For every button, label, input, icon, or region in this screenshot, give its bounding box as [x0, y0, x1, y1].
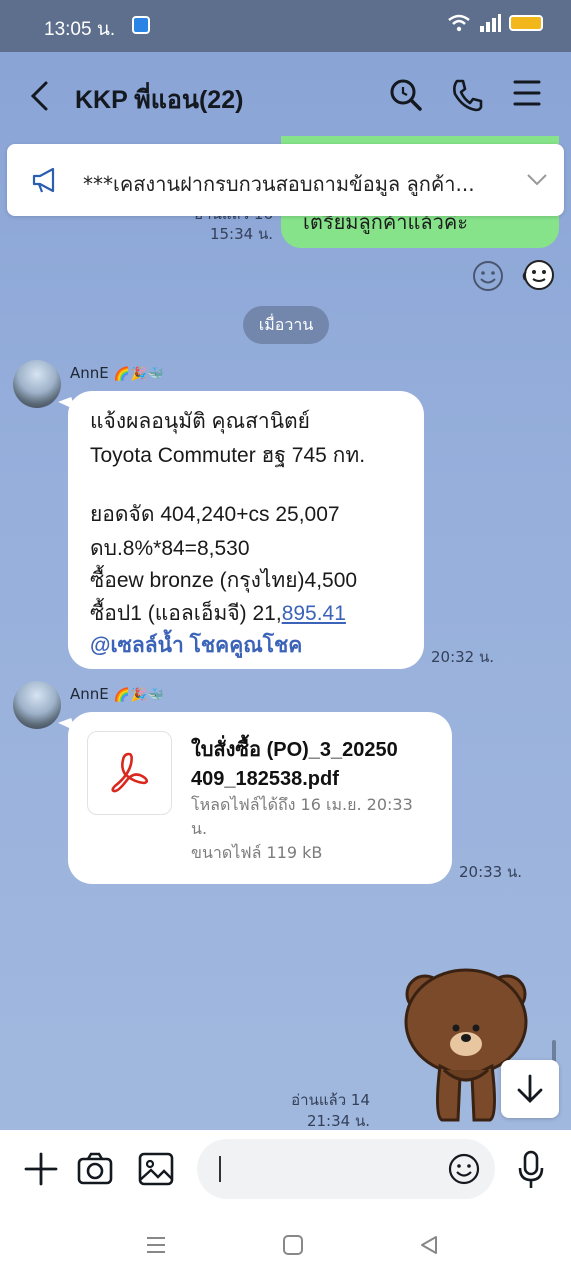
- message-time: 20:32 น.: [431, 648, 495, 666]
- read-time: 21:34 น.: [306, 1112, 370, 1130]
- announcement-text: ***เคสงานฝากรบกวนสอบถามข้อมูล ลูกค้า...: [83, 172, 475, 196]
- message-input-bar: [0, 1130, 571, 1210]
- recent-apps-icon[interactable]: [145, 1234, 167, 1256]
- pdf-file-thumbnail[interactable]: [87, 731, 172, 815]
- file-download-expiry: โหลดไฟล์ได้ถึง 16 เม.ย. 20:33: [191, 795, 413, 814]
- wifi-icon: [448, 14, 470, 32]
- system-icons: [447, 14, 543, 32]
- message-line: ซื้อew bronze (กรุงไทย)4,500: [90, 569, 358, 592]
- read-count: อ่านแล้ว 14: [291, 1091, 370, 1109]
- microphone-icon[interactable]: [517, 1150, 545, 1190]
- sender-avatar[interactable]: [13, 360, 61, 408]
- message-line: Toyota Commuter ฮฐ 745 กท.: [90, 444, 366, 467]
- sender-name-text: AnnE: [70, 685, 109, 703]
- message-bubble[interactable]: แจ้งผลอนุมัติ คุณสานิตย์ Toyota Commuter…: [68, 391, 424, 669]
- message-line: แจ้งผลอนุมัติ คุณสานิตย์: [90, 410, 310, 433]
- back-icon[interactable]: [28, 80, 52, 112]
- sender-name-text: AnnE: [70, 364, 109, 382]
- arrow-down-icon: [517, 1074, 543, 1103]
- file-name-line: ใบสั่งซื้อ (PO)_3_20250: [191, 739, 398, 761]
- app-notification-icon: [132, 16, 150, 34]
- megaphone-icon: [32, 167, 55, 193]
- emoji-icon[interactable]: [448, 1153, 480, 1185]
- file-message-bubble[interactable]: ใบสั่งซื้อ (PO)_3_20250 409_182538.pdf โ…: [68, 712, 452, 884]
- sender-avatar[interactable]: [13, 681, 61, 729]
- previous-message-bubble-top: [281, 136, 559, 144]
- own-message-read-receipt: อ่านแล้ว 14 21:34 น.: [291, 1090, 370, 1132]
- home-icon[interactable]: [282, 1234, 304, 1256]
- sender-emoji: 🌈🎉🐳: [113, 367, 166, 382]
- android-navigation-bar: [0, 1210, 571, 1280]
- file-name: ใบสั่งซื้อ (PO)_3_20250 409_182538.pdf: [191, 736, 398, 794]
- plus-icon[interactable]: [24, 1150, 58, 1188]
- file-name-line: 409_182538.pdf: [191, 768, 339, 790]
- status-time: 13:05 น.: [44, 19, 116, 40]
- message-line: ยอดจัด 404,240+cs 25,007: [90, 503, 340, 526]
- pdf-icon: [111, 752, 149, 793]
- message-time: 20:33 น.: [459, 863, 523, 881]
- text-caret: [219, 1156, 221, 1182]
- previous-message-time: 15:34 น.: [209, 225, 273, 243]
- chevron-down-icon[interactable]: [526, 173, 548, 187]
- phone-icon[interactable]: [451, 78, 483, 112]
- message-line-prefix: ซื้อป1 (แอลเอ็มจี) 21,: [90, 602, 282, 625]
- sender-emoji: 🌈🎉🐳: [113, 688, 166, 703]
- date-separator: เมื่อวาน: [243, 306, 329, 344]
- file-download-expiry: น.: [191, 819, 208, 838]
- message-input[interactable]: [197, 1139, 495, 1199]
- chat-title: KKP พี่แอน(22): [75, 86, 244, 114]
- menu-icon[interactable]: [513, 78, 541, 108]
- sender-name[interactable]: AnnE 🌈🎉🐳: [70, 685, 165, 703]
- mention-link[interactable]: @เซลล์น้ำ โชคคูณโชค: [90, 629, 302, 662]
- status-bar: 13:05 น.: [0, 0, 571, 52]
- message-line-with-link: ซื้อป1 (แอลเอ็มจี) 21,895.41: [90, 597, 346, 630]
- sender-name[interactable]: AnnE 🌈🎉🐳: [70, 364, 165, 382]
- sticker-reaction-icon[interactable]: [521, 258, 557, 292]
- scroll-to-bottom-button[interactable]: [501, 1060, 559, 1118]
- announcement-banner[interactable]: ***เคสงานฝากรบกวนสอบถามข้อมูล ลูกค้า...: [7, 144, 564, 216]
- emoji-reaction-icon[interactable]: [472, 260, 504, 292]
- phone-number-link[interactable]: 895.41: [282, 602, 346, 625]
- signal-icon: [480, 14, 501, 32]
- camera-icon[interactable]: [77, 1150, 113, 1188]
- message-line: ดบ.8%*84=8,530: [90, 537, 250, 560]
- file-size: ขนาดไฟล์ 119 kB: [191, 843, 323, 862]
- search-icon[interactable]: [389, 78, 423, 112]
- battery-icon: [509, 15, 543, 31]
- back-nav-icon[interactable]: [418, 1234, 440, 1256]
- chat-header: KKP พี่แอน(22): [0, 52, 571, 138]
- image-icon[interactable]: [138, 1150, 174, 1188]
